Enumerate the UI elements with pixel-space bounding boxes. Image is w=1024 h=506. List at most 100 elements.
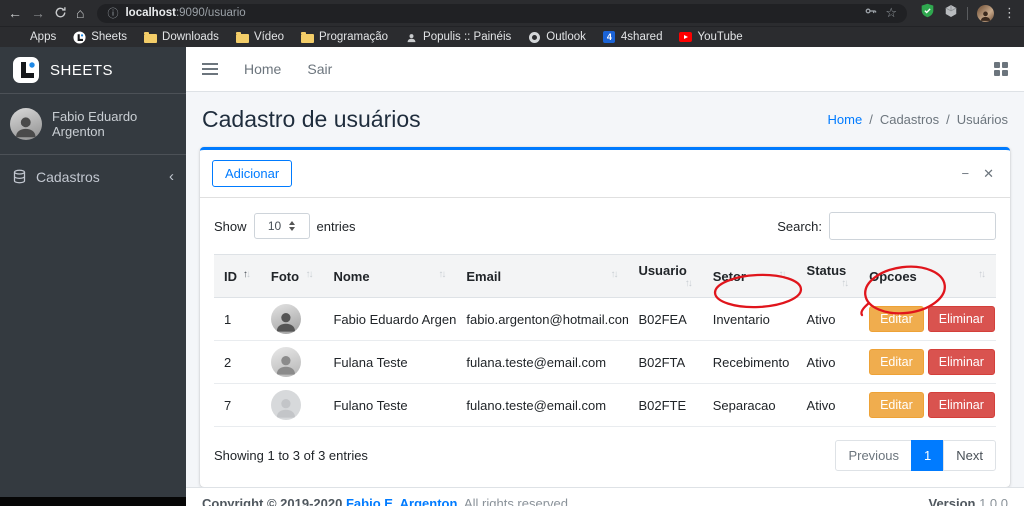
toolbar-separator [967,6,968,20]
sort-icon: ↑↓ [242,268,251,280]
database-icon [13,169,26,184]
cell-id: 7 [214,383,261,427]
nav-link-sair[interactable]: Sair [307,61,332,77]
browser-profile-avatar[interactable] [977,4,994,22]
sort-icon: ↑↓ [841,278,849,289]
edit-button[interactable]: Editar [869,392,924,418]
cell-usuario: B02FTA [628,340,703,384]
breadcrumb-usuarios: Usuários [956,112,1008,127]
url-text: localhost:9090/usuario [125,7,857,19]
bookmark-populis[interactable]: Populis :: Painéis [405,31,511,44]
adblock-shield-extension-icon[interactable] [920,3,935,23]
folder-icon [235,31,249,44]
column-header-usuario[interactable]: Usuario ↑↓ [628,254,703,298]
cell-nome: Fulana Teste [323,340,457,384]
column-header-email[interactable]: Email ↑↓ [456,254,629,298]
author-link[interactable]: Fabio E. Argenton. [346,496,461,506]
edit-button[interactable]: Editar [869,306,924,332]
pagination-previous[interactable]: Previous [835,440,913,471]
bookmark-sheets[interactable]: Sheets [73,30,127,44]
app-footer: Copyright © 2019-2020 Fabio E. Argenton.… [186,487,1024,506]
user-avatar [10,108,42,140]
page-length-select[interactable]: 10 [253,213,310,239]
address-bar[interactable]: ⓘ localhost:9090/usuario ☆ [97,3,907,23]
users-table: ID ↑↓ Foto ↑↓ Nome ↑↓ Email ↑↓ Usuario ↑↓ Set… [214,254,996,427]
cell-status: Ativo [796,340,860,384]
sort-icon: ↑↓ [778,268,787,280]
bookmark-outlook[interactable]: Outlook [528,31,586,44]
column-header-opcoes[interactable]: Opcoes ↑↓ [859,254,996,298]
bookmark-downloads[interactable]: Downloads [144,31,219,44]
user-photo-avatar [270,347,301,377]
delete-button[interactable]: Eliminar [927,392,995,418]
app-logo-icon [12,56,40,84]
back-icon[interactable]: ← [8,6,22,20]
cell-id: 2 [214,340,261,384]
column-header-setor[interactable]: Setor ↑↓ [702,254,797,298]
search-input[interactable] [829,212,996,240]
select-spinner-icon [289,221,296,231]
show-label: Show [214,218,247,234]
site-info-icon[interactable]: ⓘ [107,5,118,21]
password-key-icon[interactable] [864,4,878,23]
sidebar-item-cadastros[interactable]: Cadastros ‹ [0,155,186,198]
pagination-next[interactable]: Next [943,440,996,471]
cell-status: Ativo [796,297,860,341]
browser-toolbar: ← → ⌂ ⓘ localhost:9090/usuario ☆ ⋮ [0,0,1024,26]
delete-button[interactable]: Eliminar [927,349,995,375]
entries-label: entries [316,218,356,234]
browser-menu-icon[interactable]: ⋮ [1003,5,1016,21]
edit-button[interactable]: Editar [869,349,924,375]
sort-icon: ↑↓ [978,268,986,280]
youtube-icon [679,31,693,44]
table-header-row: ID ↑↓ Foto ↑↓ Nome ↑↓ Email ↑↓ Usuario ↑↓ Set… [214,254,996,298]
home-icon[interactable]: ⌂ [76,6,84,20]
table-info: Showing 1 to 3 of 3 entries [214,448,368,463]
column-header-foto[interactable]: Foto ↑↓ [260,254,324,298]
sidebar-user-name: Fabio Eduardo Argenton [52,109,138,139]
nav-link-home[interactable]: Home [244,61,281,77]
bookmark-4shared[interactable]: 4 4shared [603,31,662,44]
bookmark-apps[interactable]: Apps [12,31,56,44]
cell-usuario: B02FEA [628,297,703,341]
brand-link[interactable]: SHEETS [0,47,186,94]
grid-menu-icon[interactable] [994,62,1008,76]
cell-nome: Fabio Eduardo Argenton [323,297,457,341]
placeholder-avatar [270,390,301,420]
sidebar-toggle-icon[interactable] [202,63,218,75]
chevron-left-icon: ‹ [169,168,174,185]
breadcrumb: Home / Cadastros / Usuários [827,112,1008,127]
sidebar-user-panel[interactable]: Fabio Eduardo Argenton [0,94,186,155]
cell-email: fabio.argenton@hotmail.com [456,297,629,341]
collapse-icon[interactable]: − [962,167,970,180]
top-navbar: Home Sair [186,47,1024,92]
column-header-nome[interactable]: Nome ↑↓ [323,254,457,298]
close-icon[interactable]: ✕ [983,167,994,180]
cell-setor: Inventario [702,297,797,341]
version-text: Version 1.0.0 [928,496,1008,506]
bookmark-video[interactable]: Vídeo [235,31,284,44]
bookmark-programacao[interactable]: Programação [301,31,388,44]
sort-icon: ↑↓ [684,278,693,289]
bookmarks-bar: Apps Sheets Downloads Vídeo Programação … [0,26,1024,47]
cell-email: fulano.teste@email.com [456,383,629,427]
column-header-status[interactable]: Status ↑↓ [796,254,860,298]
reload-icon[interactable] [54,6,67,21]
cube-extension-icon[interactable] [944,4,958,23]
folder-icon [301,31,314,44]
bookmark-youtube[interactable]: YouTube [679,31,743,44]
sort-icon: ↑↓ [438,268,446,280]
column-header-id[interactable]: ID ↑↓ [214,254,261,298]
pagination-page-1[interactable]: 1 [911,440,945,471]
breadcrumb-home[interactable]: Home [828,112,863,127]
add-button[interactable]: Adicionar [212,160,293,187]
bookmark-star-icon[interactable]: ☆ [885,5,897,21]
url-host: localhost [125,7,176,19]
populis-icon [405,31,418,44]
folder-icon [144,31,158,44]
delete-button[interactable]: Eliminar [927,306,995,332]
sidebar: SHEETS Fabio Eduardo Argenton Cadastros … [0,47,186,497]
forward-icon[interactable]: → [31,6,45,20]
brand-text: SHEETS [50,61,114,79]
table-row: 1 Fabio Eduardo Argenton fabio.argenton@… [214,297,996,341]
